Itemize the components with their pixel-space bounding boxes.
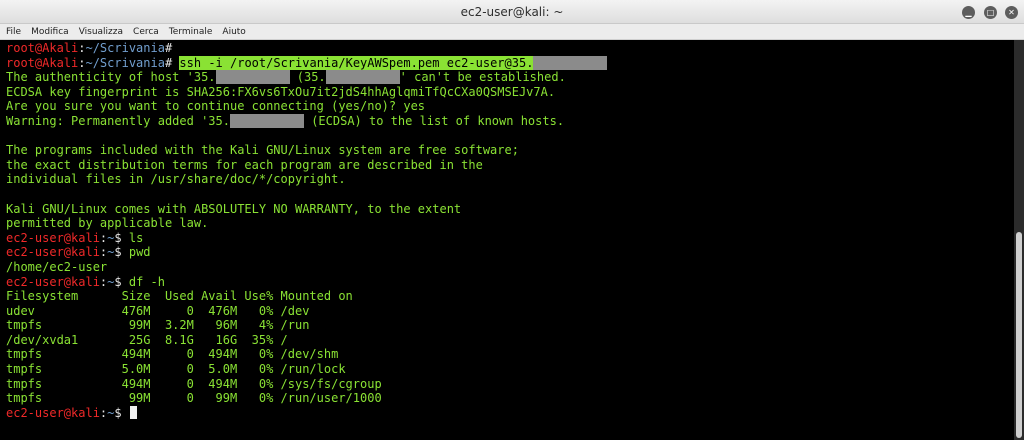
command-text: df -h [128, 274, 165, 289]
df-row: tmpfs 494M 0 494M 0% /dev/shm [6, 347, 339, 362]
title-bar[interactable]: ec2-user@kali: ~ ▁ □ ✕ [0, 0, 1024, 24]
terminal-line: The programs included with the Kali GNU/… [6, 143, 519, 158]
output-text: Warning: Permanently added '35. [6, 113, 230, 128]
prompt-user: ec2-user@kali [6, 230, 100, 245]
ssh-command-highlighted: ssh -i /root/Scrivania/KeyAWSpem.pem ec2… [179, 55, 534, 70]
prompt-symbol: $ [114, 230, 129, 245]
df-row: Filesystem Size Used Avail Use% Mounted … [6, 289, 353, 304]
command-text: pwd [128, 245, 151, 260]
prompt-symbol: $ [114, 274, 129, 289]
terminal-line: permitted by applicable law. [6, 216, 209, 231]
terminal-line: root@Akali:~/Scrivania# [6, 41, 1014, 56]
scrollbar-thumb[interactable] [1016, 232, 1022, 438]
terminal-line: the exact distribution terms for each pr… [6, 157, 483, 172]
terminal-line: Kali GNU/Linux comes with ABSOLUTELY NO … [6, 201, 462, 216]
minimize-icon[interactable]: ▁ [962, 6, 975, 19]
prompt-user: ec2-user@kali [6, 274, 100, 289]
menu-visualizza[interactable]: Visualizza [79, 24, 123, 40]
terminal-line: The authenticity of host '35. (35. ' can'… [6, 70, 1014, 85]
terminal-line: Warning: Permanently added '35. (ECDSA) … [6, 113, 1014, 129]
prompt-symbol: $ [114, 245, 129, 260]
df-row: tmpfs 5.0M 0 5.0M 0% /run/lock [6, 362, 346, 377]
terminal-line: root@Akali:~/Scrivania# ssh -i /root/Scr… [6, 55, 1014, 71]
redacted-ip [325, 70, 400, 85]
terminal-line: Are you sure you want to continue connec… [6, 99, 426, 114]
output-text: (ECDSA) to the list of known hosts. [303, 113, 565, 128]
df-row: /dev/xvda1 25G 8.1G 16G 35% / [6, 332, 288, 347]
prompt-user: root@Akali [6, 55, 79, 70]
prompt-path: ~/Scrivania [85, 55, 165, 70]
terminal-line: ec2-user@kali:~$ [6, 405, 1014, 421]
output-text: (35. [289, 70, 326, 85]
window-title: ec2-user@kali: ~ [460, 5, 564, 19]
menu-cerca[interactable]: Cerca [133, 24, 159, 40]
menu-modifica[interactable]: Modifica [31, 24, 69, 40]
prompt-symbol: $ [114, 405, 129, 420]
redacted-ip [229, 113, 304, 128]
text-cursor [129, 405, 137, 419]
output-text: ' can't be established. [399, 70, 566, 85]
terminal-window: ec2-user@kali: ~ ▁ □ ✕ File Modifica Vis… [0, 0, 1024, 440]
df-row: tmpfs 99M 3.2M 96M 4% /run [6, 318, 310, 333]
terminal-line: /home/ec2-user [6, 259, 108, 274]
terminal-line: ec2-user@kali:~$ pwd [6, 245, 1014, 260]
df-row: tmpfs 99M 0 99M 0% /run/user/1000 [6, 391, 382, 406]
prompt-path: ~/Scrivania [85, 41, 165, 55]
prompt-symbol: # [164, 55, 180, 70]
scrollbar[interactable] [1014, 40, 1024, 440]
terminal-line: ec2-user@kali:~$ ls [6, 231, 1014, 246]
df-row: tmpfs 494M 0 494M 0% /sys/fs/cgroup [6, 376, 382, 391]
terminal-line: individual files in /usr/share/doc/*/cop… [6, 172, 346, 187]
close-icon[interactable]: ✕ [1005, 6, 1018, 19]
menu-bar: File Modifica Visualizza Cerca Terminale… [0, 24, 1024, 40]
terminal-line: ec2-user@kali:~$ df -h [6, 275, 1014, 290]
prompt-user: ec2-user@kali [6, 245, 100, 260]
output-text: The authenticity of host '35. [6, 70, 216, 85]
prompt-user: ec2-user@kali [6, 405, 100, 420]
prompt-user: root@Akali [6, 41, 79, 55]
maximize-icon[interactable]: □ [984, 6, 997, 19]
menu-aiuto[interactable]: Aiuto [222, 24, 245, 40]
menu-terminale[interactable]: Terminale [169, 24, 213, 40]
terminal-output[interactable]: root@Akali:~/Scrivania# root@Akali:~/Scr… [0, 40, 1014, 440]
df-row: udev 476M 0 476M 0% /dev [6, 303, 310, 318]
command-text: ls [128, 230, 144, 245]
redacted-ip [533, 55, 608, 70]
prompt-symbol: # [164, 41, 173, 55]
terminal-line: ECDSA key fingerprint is SHA256:FX6vs6Tx… [6, 84, 556, 99]
redacted-ip [215, 70, 290, 85]
menu-file[interactable]: File [6, 24, 21, 40]
